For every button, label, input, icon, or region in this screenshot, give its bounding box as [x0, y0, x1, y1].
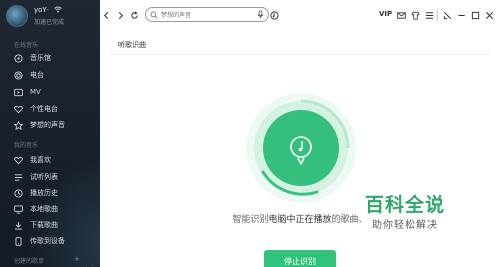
settings-icon[interactable] [423, 9, 435, 21]
recognition-status: 智能识别电脑中正在播放的歌曲、 [100, 212, 500, 225]
close-icon[interactable] [483, 9, 495, 21]
sidebar-item-music-hall[interactable]: 音乐馆 [14, 51, 94, 65]
top-bar: VIP [100, 0, 500, 30]
sidebar-item-label: 传歌到设备 [30, 237, 65, 245]
status-suffix: 的歌曲、 [331, 215, 368, 225]
title-divider [110, 54, 490, 55]
search-box[interactable] [145, 7, 269, 22]
add-playlist-icon[interactable]: + [74, 255, 80, 263]
sidebar-item-personal-radio[interactable]: 个性电台 [14, 102, 94, 116]
sidebar-item-favorites[interactable]: 我喜欢 [14, 153, 94, 167]
main-content: 听歌识曲 智能识别电脑中正在播放的歌曲、 停止识别 [100, 30, 500, 267]
sidebar-item-mv[interactable]: MV [14, 85, 94, 99]
sidebar-item-label: MV [30, 88, 41, 96]
sidebar-item-history[interactable]: 播放历史 [14, 186, 94, 200]
wifi-icon [54, 6, 62, 15]
sidebar-item-downloads[interactable]: 下载歌曲 [14, 218, 94, 232]
sidebar-item-label: 个性电台 [30, 105, 58, 113]
sidebar-item-transfer-device[interactable]: 传歌到设备 [14, 234, 94, 248]
music-hall-icon [14, 53, 23, 63]
mini-mode-icon[interactable] [441, 9, 453, 21]
user-status: 加速已完成 [34, 19, 65, 26]
section-title-mine: 我的音乐 [14, 142, 39, 149]
status-highlight: 电脑中正在播放 [268, 215, 332, 225]
history-icon [14, 188, 23, 198]
page-title: 听歌识曲 [118, 41, 146, 49]
user-panel[interactable]: yoY· 加速已完成 [6, 4, 96, 28]
user-name[interactable]: yoY· [34, 6, 49, 14]
sidebar-item-label: 试听列表 [30, 173, 58, 181]
sidebar-item-dream-voice[interactable]: 梦想的声音 [14, 118, 94, 132]
heart-radio-icon [14, 105, 23, 114]
stop-recognition-button[interactable]: 停止识别 [264, 250, 336, 267]
forward-icon[interactable] [114, 9, 126, 21]
sidebar-item-trial-list[interactable]: 试听列表 [14, 170, 94, 184]
sidebar-item-label: 本地歌曲 [30, 205, 58, 213]
back-icon[interactable] [100, 9, 112, 21]
sidebar-item-label: 下载歌曲 [30, 221, 58, 229]
search-input[interactable] [161, 9, 253, 21]
mail-icon[interactable] [395, 9, 407, 21]
recognition-animation [245, 92, 357, 204]
sidebar-item-label: 播放历史 [30, 189, 58, 197]
computer-icon [14, 204, 23, 214]
device-icon [14, 236, 23, 246]
vip-button[interactable]: VIP [379, 10, 392, 18]
heart-icon [14, 156, 23, 165]
skin-icon[interactable] [409, 9, 421, 21]
download-icon [14, 221, 23, 230]
section-title-created-playlists: 创建的歌单 [14, 258, 45, 265]
divider [437, 9, 438, 21]
minimize-icon[interactable] [455, 9, 467, 21]
collapse-icon[interactable] [86, 256, 93, 267]
sidebar-item-label: 电台 [30, 71, 44, 79]
star-icon [14, 120, 23, 130]
sidebar-item-label: 梦想的声音 [30, 121, 65, 129]
sidebar-item-label: 音乐馆 [30, 54, 51, 62]
search-icon[interactable] [150, 11, 158, 19]
sidebar-item-local-songs[interactable]: 本地歌曲 [14, 202, 94, 216]
maximize-icon[interactable] [469, 9, 481, 21]
section-title-online: 在线音乐 [14, 42, 39, 49]
sidebar-item-label: 我喜欢 [30, 156, 51, 164]
radio-icon [14, 70, 23, 80]
mic-icon[interactable] [256, 10, 265, 19]
list-icon [14, 173, 23, 182]
mv-icon [14, 88, 23, 97]
avatar[interactable] [6, 5, 28, 27]
status-prefix: 智能识别 [232, 215, 269, 225]
recognize-icon[interactable] [268, 9, 280, 21]
refresh-icon[interactable] [128, 9, 140, 21]
sidebar-item-radio[interactable]: 电台 [14, 68, 94, 82]
sidebar: yoY· 加速已完成 在线音乐 音乐馆 电台 MV 个性电台 梦想的声音 我的音… [0, 0, 100, 267]
